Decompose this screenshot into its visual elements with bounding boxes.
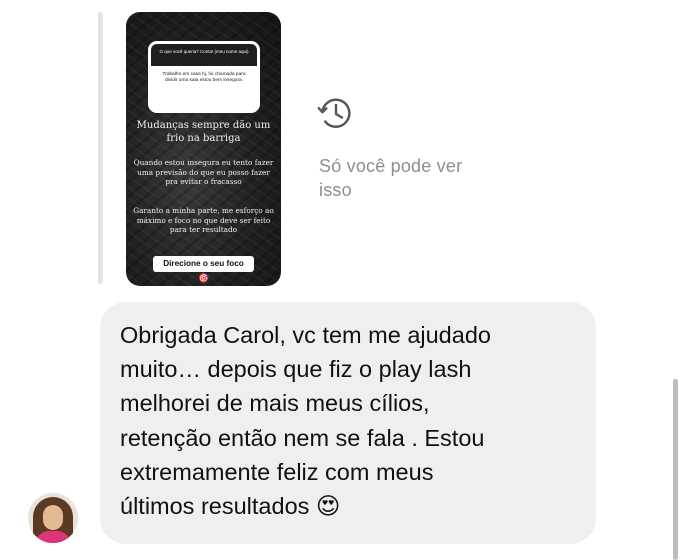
history-icon (317, 98, 351, 128)
story-reply-bar (98, 12, 103, 284)
question-sticker: O que você queria? Conta! (meu nome aqui… (148, 41, 260, 113)
question-sticker-header: O que você queria? Conta! (meu nome aqui… (151, 44, 257, 66)
question-sticker-answer: Trabalho em casa hj, fui chamada para di… (162, 72, 246, 84)
story-preview[interactable]: O que você queria? Conta! (meu nome aqui… (126, 12, 281, 286)
message-text: Obrigada Carol, vc tem me ajudado muito…… (120, 322, 491, 520)
story-title: Mudanças sempre dão um frio na barriga (136, 120, 271, 144)
story-label-button: Direcione o seu foco (153, 256, 254, 272)
scrollbar[interactable] (673, 379, 678, 560)
story-paragraph: Garanto a minha parte, me esforço ao máx… (133, 206, 274, 235)
story-paragraph: Quando estou insegura eu tento fazer uma… (133, 158, 274, 187)
avatar-face (43, 505, 63, 530)
only-you-notice: Só você pode ver isso (319, 156, 463, 200)
avatar[interactable] (28, 493, 78, 543)
message-bubble[interactable]: Obrigada Carol, vc tem me ajudado muito…… (100, 302, 596, 544)
target-sticker-icon: 🎯 (198, 273, 210, 283)
